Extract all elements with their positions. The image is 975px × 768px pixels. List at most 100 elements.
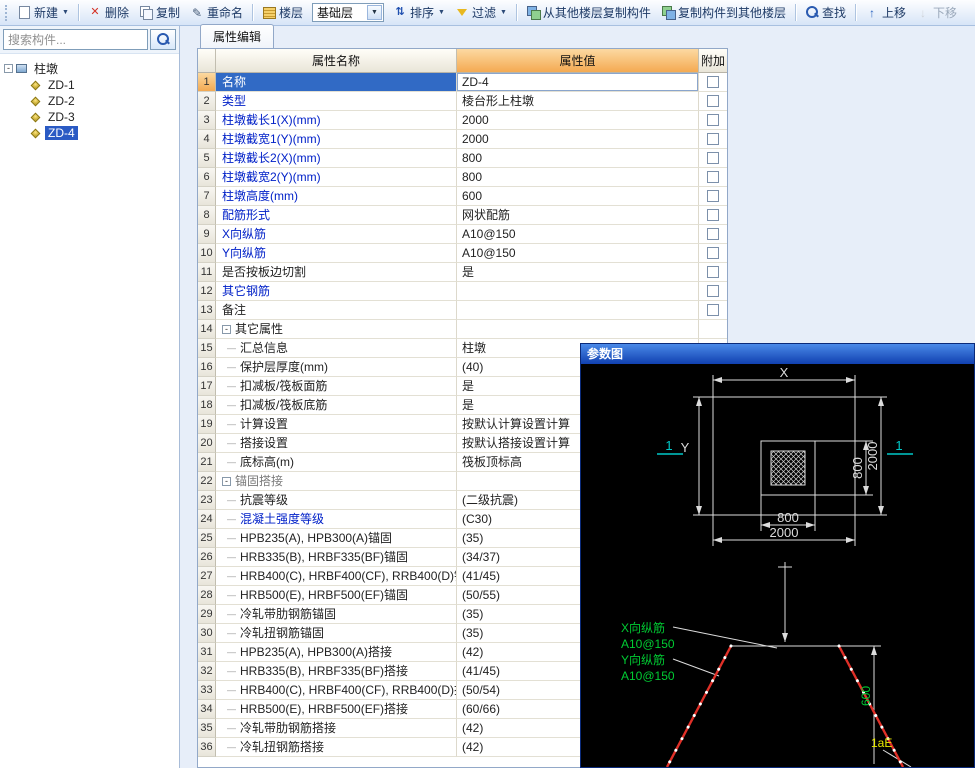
toolbar-button-copy-to-floor[interactable]: 复制构件到其他楼层 (656, 2, 791, 23)
property-name-cell[interactable]: 扣减板/筏板面筋 (216, 377, 457, 396)
property-name-cell[interactable]: 配筋形式 (216, 206, 457, 225)
toolbar-button-copy-from-floor[interactable]: 从其他楼层复制构件 (521, 2, 656, 23)
row-number[interactable]: 18 (198, 396, 216, 415)
property-value-cell[interactable] (457, 282, 699, 301)
row-number[interactable]: 5 (198, 149, 216, 168)
attach-checkbox[interactable] (707, 228, 719, 240)
attach-checkbox[interactable] (707, 266, 719, 278)
property-name-cell[interactable]: HRB400(C), HRBF400(CF), RRB400(D)搭 (216, 681, 457, 700)
property-value-cell[interactable] (457, 301, 699, 320)
row-number[interactable]: 8 (198, 206, 216, 225)
property-value-cell[interactable]: A10@150 (457, 244, 699, 263)
property-name-cell[interactable]: 名称 (216, 73, 457, 92)
property-name-cell[interactable]: 计算设置 (216, 415, 457, 434)
property-value-cell[interactable] (457, 320, 699, 339)
toolbar-button-move-up[interactable]: 上移 (860, 2, 911, 23)
row-number[interactable]: 36 (198, 738, 216, 757)
row-number[interactable]: 15 (198, 339, 216, 358)
row-number[interactable]: 14 (198, 320, 216, 339)
tab-property-edit[interactable]: 属性编辑 (200, 24, 274, 48)
search-button[interactable] (150, 29, 176, 50)
property-name-cell[interactable]: Y向纵筋 (216, 244, 457, 263)
property-name-cell[interactable]: HRB500(E), HRBF500(EF)搭接 (216, 700, 457, 719)
row-number[interactable]: 24 (198, 510, 216, 529)
row-number[interactable]: 32 (198, 662, 216, 681)
row-number[interactable]: 6 (198, 168, 216, 187)
collapse-toggle-icon[interactable]: - (222, 477, 231, 486)
property-name-cell[interactable]: 柱墩截宽1(Y)(mm) (216, 130, 457, 149)
tree-root[interactable]: - 柱墩 (0, 60, 179, 77)
property-name-cell[interactable]: -锚固搭接 (216, 472, 457, 491)
floor-select[interactable]: 基础层▼ (312, 3, 384, 22)
property-name-cell[interactable]: X向纵筋 (216, 225, 457, 244)
property-name-cell[interactable]: 抗震等级 (216, 491, 457, 510)
row-number[interactable]: 25 (198, 529, 216, 548)
chevron-down-icon[interactable]: ▼ (367, 5, 382, 20)
property-name-cell[interactable]: 保护层厚度(mm) (216, 358, 457, 377)
row-number[interactable]: 35 (198, 719, 216, 738)
property-name-cell[interactable]: 柱墩截长1(X)(mm) (216, 111, 457, 130)
property-name-cell[interactable]: 柱墩截宽2(Y)(mm) (216, 168, 457, 187)
attach-checkbox[interactable] (707, 152, 719, 164)
property-name-cell[interactable]: 类型 (216, 92, 457, 111)
attach-checkbox[interactable] (707, 76, 719, 88)
attach-checkbox[interactable] (707, 285, 719, 297)
property-name-cell[interactable]: HRB500(E), HRBF500(EF)锚固 (216, 586, 457, 605)
row-number[interactable]: 12 (198, 282, 216, 301)
property-name-cell[interactable]: 冷轧带肋钢筋锚固 (216, 605, 457, 624)
row-number[interactable]: 28 (198, 586, 216, 605)
row-number[interactable]: 20 (198, 434, 216, 453)
property-name-cell[interactable]: 柱墩截长2(X)(mm) (216, 149, 457, 168)
attach-checkbox[interactable] (707, 304, 719, 316)
property-name-cell[interactable]: 混凝土强度等级 (216, 510, 457, 529)
toolbar-button-new[interactable]: 新建▼ (12, 2, 74, 23)
attach-checkbox[interactable] (707, 95, 719, 107)
property-name-cell[interactable]: HRB400(C), HRBF400(CF), RRB400(D)锚 (216, 567, 457, 586)
collapse-toggle-icon[interactable]: - (222, 325, 231, 334)
search-input[interactable] (3, 29, 148, 50)
property-value-cell[interactable]: 600 (457, 187, 699, 206)
toolbar-button-copy[interactable]: 复制 (134, 2, 185, 23)
property-name-cell[interactable]: 扣减板/筏板底筋 (216, 396, 457, 415)
attach-checkbox[interactable] (707, 190, 719, 202)
row-number[interactable]: 22 (198, 472, 216, 491)
property-value-cell[interactable]: 800 (457, 149, 699, 168)
row-number[interactable]: 7 (198, 187, 216, 206)
row-number[interactable]: 26 (198, 548, 216, 567)
row-number[interactable]: 33 (198, 681, 216, 700)
property-name-cell[interactable]: 冷轧扭钢筋锚固 (216, 624, 457, 643)
row-number[interactable]: 2 (198, 92, 216, 111)
row-number[interactable]: 21 (198, 453, 216, 472)
property-name-cell[interactable]: 备注 (216, 301, 457, 320)
window-title-bar[interactable]: 参数图 (581, 344, 974, 364)
row-number[interactable]: 29 (198, 605, 216, 624)
property-name-cell[interactable]: 柱墩高度(mm) (216, 187, 457, 206)
property-name-cell[interactable]: 搭接设置 (216, 434, 457, 453)
row-number[interactable]: 19 (198, 415, 216, 434)
attach-checkbox[interactable] (707, 171, 719, 183)
property-name-cell[interactable]: 冷轧带肋钢筋搭接 (216, 719, 457, 738)
row-number[interactable]: 17 (198, 377, 216, 396)
toolbar-button-delete[interactable]: 删除 (83, 2, 134, 23)
property-name-cell[interactable]: HPB235(A), HPB300(A)搭接 (216, 643, 457, 662)
row-number[interactable]: 30 (198, 624, 216, 643)
property-name-cell[interactable]: HPB235(A), HPB300(A)锚固 (216, 529, 457, 548)
row-number[interactable]: 10 (198, 244, 216, 263)
tree-item-zd-3[interactable]: ZD-3 (0, 109, 179, 125)
property-value-cell[interactable]: A10@150 (457, 225, 699, 244)
property-name-cell[interactable]: HRB335(B), HRBF335(BF)锚固 (216, 548, 457, 567)
attach-checkbox[interactable] (707, 114, 719, 126)
row-number[interactable]: 31 (198, 643, 216, 662)
property-name-cell[interactable]: HRB335(B), HRBF335(BF)搭接 (216, 662, 457, 681)
row-number[interactable]: 23 (198, 491, 216, 510)
tree-item-zd-4[interactable]: ZD-4 (0, 125, 179, 141)
tree-item-zd-1[interactable]: ZD-1 (0, 77, 179, 93)
row-number[interactable]: 9 (198, 225, 216, 244)
property-name-cell[interactable]: 其它钢筋 (216, 282, 457, 301)
row-number[interactable]: 13 (198, 301, 216, 320)
property-value-cell[interactable]: 棱台形上柱墩 (457, 92, 699, 111)
row-number[interactable]: 4 (198, 130, 216, 149)
property-value-cell[interactable]: ZD-4 (457, 73, 699, 92)
property-name-cell[interactable]: 冷轧扭钢筋搭接 (216, 738, 457, 757)
property-value-cell[interactable]: 2000 (457, 130, 699, 149)
